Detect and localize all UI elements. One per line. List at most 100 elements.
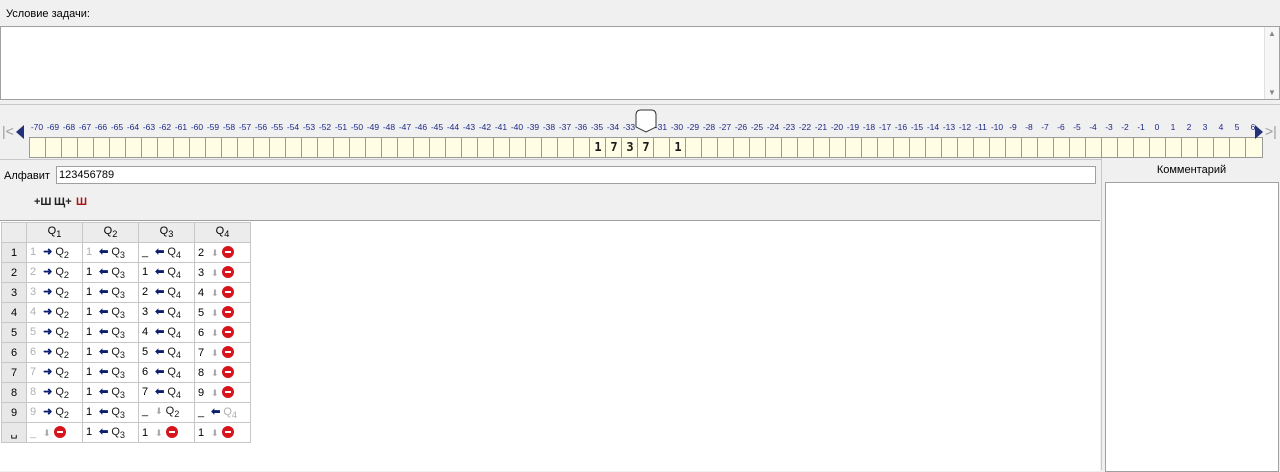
task-textarea-wrapper: ▲ ▼ [0, 26, 1280, 100]
symbol-row-header[interactable]: 1 [1, 242, 27, 263]
transition-cell[interactable]: 4 ➜ Q2 [26, 302, 83, 323]
transition-cell[interactable]: _ ⬅ Q4 [194, 402, 251, 423]
state-header[interactable]: Q4 [194, 222, 251, 243]
transition-cell[interactable]: 5 ⬇ [194, 302, 251, 323]
tape-first-icon[interactable]: |< [2, 123, 14, 139]
next-state-number: 2 [63, 410, 69, 421]
transition-cell[interactable]: 1 ⬇ [194, 422, 251, 443]
transition-cell[interactable]: _ ⬅ Q4 [138, 242, 195, 263]
symbol-row-header[interactable]: 7 [1, 362, 27, 383]
transition-cell[interactable]: _ ⬇ Q2 [138, 402, 195, 423]
transition-cell[interactable]: 1 ⬇ [138, 422, 195, 443]
transition-cell[interactable]: 1 ⬅ Q3 [82, 422, 139, 443]
transition-cell[interactable]: 3 ⬅ Q4 [138, 302, 195, 323]
symbol-row-header[interactable]: 6 [1, 342, 27, 363]
write-symbol: 1 [86, 285, 93, 298]
transition-cell[interactable]: 9 ➜ Q2 [26, 402, 83, 423]
stop-icon [221, 266, 234, 278]
transition-cell[interactable]: 1 ⬅ Q4 [138, 262, 195, 283]
transition-cell[interactable]: 8 ⬇ [194, 362, 251, 383]
transition-cell[interactable]: _ ⬇ [26, 422, 83, 443]
transition-cell[interactable]: 7 ⬅ Q4 [138, 382, 195, 403]
symbol-row-header[interactable]: ␣ [1, 422, 27, 443]
state-header[interactable]: Q3 [138, 222, 195, 243]
transition-cell[interactable]: 4 ⬅ Q4 [138, 322, 195, 343]
transition-cell[interactable]: 9 ⬇ [194, 382, 251, 403]
transition-cell[interactable]: 1 ⬅ Q3 [82, 342, 139, 363]
next-state: Q3 [111, 245, 125, 261]
next-state: Q4 [167, 345, 181, 361]
transition-cell[interactable]: 1 ➜ Q2 [26, 242, 83, 263]
stop-icon [221, 306, 234, 318]
next-state: Q2 [55, 285, 69, 301]
state-header[interactable]: Q2 [82, 222, 139, 243]
transition-cell[interactable]: 1 ⬅ Q3 [82, 322, 139, 343]
arrow-down-icon: ⬇ [211, 428, 219, 438]
transition-cell[interactable]: 1 ⬅ Q3 [82, 402, 139, 423]
next-state: Q2 [55, 405, 69, 421]
transition-cell[interactable]: 6 ➜ Q2 [26, 342, 83, 363]
transition-cell[interactable]: 2 ➜ Q2 [26, 262, 83, 283]
transition-cell[interactable]: 6 ⬇ [194, 322, 251, 343]
arrow-right-icon: ➜ [43, 245, 53, 258]
arrow-down-icon: ⬇ [211, 308, 219, 318]
tape-head-icon[interactable] [635, 109, 657, 133]
arrow-left-icon: ⬅ [211, 405, 221, 418]
state-letter: Q [159, 225, 169, 238]
alphabet-label: Алфавит [4, 170, 50, 182]
task-textarea[interactable] [1, 27, 1265, 99]
scroll-down-icon[interactable]: ▼ [1268, 88, 1276, 97]
arrow-left-icon: ⬅ [99, 305, 109, 318]
transition-cell[interactable]: 2 ⬇ [194, 242, 251, 263]
transition-cell[interactable]: 4 ⬇ [194, 282, 251, 303]
transition-cell[interactable]: 2 ⬅ Q4 [138, 282, 195, 303]
state-number: 3 [168, 229, 174, 240]
write-symbol: 1 [198, 427, 205, 439]
transition-cell[interactable]: 1 ⬅ Q3 [82, 362, 139, 383]
add-column-icon[interactable]: +Ш [34, 196, 51, 208]
transition-cell[interactable]: 3 ➜ Q2 [26, 282, 83, 303]
next-state-number: 4 [175, 270, 181, 281]
symbol-row-header[interactable]: 9 [1, 402, 27, 423]
transition-cell[interactable]: 3 ⬇ [194, 262, 251, 283]
write-symbol: _ [142, 245, 149, 258]
transition-cell[interactable]: 8 ➜ Q2 [26, 382, 83, 403]
transition-cell[interactable]: 5 ⬅ Q4 [138, 342, 195, 363]
symbol-row-header[interactable]: 2 [1, 262, 27, 283]
next-state-number: 2 [63, 350, 69, 361]
next-state-number: 4 [175, 250, 181, 261]
next-state: Q2 [55, 265, 69, 281]
transition-cell[interactable]: 6 ⬅ Q4 [138, 362, 195, 383]
next-state: Q4 [167, 285, 181, 301]
transition-cell[interactable]: 5 ➜ Q2 [26, 322, 83, 343]
symbol-row-header[interactable]: 8 [1, 382, 27, 403]
write-symbol: 3 [198, 267, 205, 279]
alphabet-input[interactable] [56, 166, 1096, 184]
tape-scroll-right-icon[interactable] [1255, 125, 1263, 139]
symbol-row-header[interactable]: 5 [1, 322, 27, 343]
transition-cell[interactable]: 1 ⬅ Q3 [82, 302, 139, 323]
transition-cell[interactable]: 1 ⬅ Q3 [82, 242, 139, 263]
delete-column-icon[interactable]: Ш [76, 196, 87, 208]
write-symbol: 5 [198, 307, 205, 319]
symbol-row-header[interactable]: 3 [1, 282, 27, 303]
transition-cell[interactable]: 1 ⬅ Q3 [82, 262, 139, 283]
state-header[interactable]: Q1 [26, 222, 83, 243]
transition-cell[interactable]: 7 ⬇ [194, 342, 251, 363]
write-symbol: 2 [142, 285, 149, 298]
arrow-left-icon: ⬅ [155, 385, 165, 398]
table-row: 99 ➜ Q2 1 ⬅ Q3 _ ⬇ Q2 _ ⬅ Q4 [1, 402, 251, 423]
tape-cell[interactable] [1245, 137, 1263, 158]
tape-last-icon[interactable]: >| [1265, 123, 1277, 139]
comment-textarea[interactable] [1105, 182, 1279, 472]
task-scrollbar[interactable]: ▲ ▼ [1264, 27, 1279, 99]
table-row: 66 ➜ Q2 1 ⬅ Q3 5 ⬅ Q4 7 ⬇ [1, 342, 251, 363]
transition-cell[interactable]: 1 ⬅ Q3 [82, 382, 139, 403]
insert-column-icon[interactable]: Щ+ [54, 196, 72, 208]
transition-cell[interactable]: 1 ⬅ Q3 [82, 282, 139, 303]
symbol-row-header[interactable]: 4 [1, 302, 27, 323]
transition-cell[interactable]: 7 ➜ Q2 [26, 362, 83, 383]
tape-scroll-left-icon[interactable] [16, 125, 24, 139]
write-symbol: 7 [30, 365, 37, 378]
scroll-up-icon[interactable]: ▲ [1268, 29, 1276, 38]
